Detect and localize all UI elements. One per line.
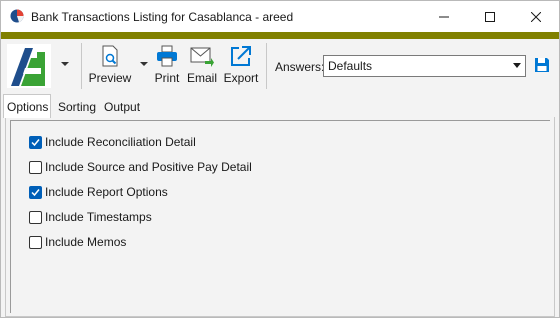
pie-chart-app-icon bbox=[10, 9, 24, 23]
options-group: Include Reconciliation Detail Include So… bbox=[10, 120, 550, 313]
answers-label: Answers: bbox=[275, 60, 325, 74]
export-icon bbox=[231, 46, 251, 66]
checkbox-unchecked[interactable] bbox=[29, 235, 42, 249]
checkbox-checked[interactable] bbox=[29, 135, 42, 149]
tab-options[interactable]: Options bbox=[3, 94, 51, 118]
minimize-button[interactable] bbox=[421, 1, 467, 32]
document-preview-icon bbox=[102, 45, 118, 67]
maximize-button[interactable] bbox=[467, 1, 513, 32]
option-include-timestamps[interactable]: Include Timestamps bbox=[29, 209, 152, 225]
accent-bar bbox=[1, 32, 559, 39]
printer-icon bbox=[157, 45, 177, 67]
checkbox-checked[interactable] bbox=[29, 185, 42, 199]
logo-icon[interactable] bbox=[7, 44, 51, 88]
print-label: Print bbox=[154, 71, 180, 85]
option-label: Include Timestamps bbox=[45, 210, 152, 224]
option-label: Include Report Options bbox=[45, 185, 168, 199]
option-include-report-options[interactable]: Include Report Options bbox=[29, 184, 168, 200]
answers-value: Defaults bbox=[328, 59, 373, 73]
tab-strip: Options Sorting Output bbox=[1, 94, 559, 118]
option-include-reconciliation-detail[interactable]: Include Reconciliation Detail bbox=[29, 134, 196, 150]
toolbar-separator bbox=[81, 43, 82, 89]
close-button[interactable] bbox=[513, 1, 559, 32]
option-label: Include Source and Positive Pay Detail bbox=[45, 160, 252, 174]
email-button[interactable]: Email bbox=[187, 44, 217, 88]
checkmark-icon bbox=[31, 188, 40, 196]
report-window: Bank Transactions Listing for Casablanca… bbox=[0, 0, 560, 318]
title-bar[interactable]: Bank Transactions Listing for Casablanca… bbox=[1, 1, 559, 32]
answers-select[interactable]: Defaults bbox=[323, 55, 526, 77]
export-label: Export bbox=[223, 71, 259, 85]
tab-output[interactable]: Output bbox=[101, 97, 143, 117]
checkmark-icon bbox=[31, 138, 40, 146]
save-icon[interactable] bbox=[534, 57, 550, 73]
export-button[interactable]: Export bbox=[222, 44, 260, 88]
email-icon bbox=[190, 47, 214, 67]
toolbar: Preview Print Email Export Answers: Defa… bbox=[1, 39, 559, 94]
preview-label: Preview bbox=[88, 71, 132, 85]
checkbox-unchecked[interactable] bbox=[29, 210, 42, 224]
window-title: Bank Transactions Listing for Casablanca… bbox=[31, 10, 294, 24]
maximize-icon bbox=[485, 11, 495, 22]
chevron-down-icon[interactable] bbox=[60, 59, 70, 69]
option-label: Include Reconciliation Detail bbox=[45, 135, 196, 149]
preview-button[interactable]: Preview bbox=[89, 44, 131, 88]
print-button[interactable]: Print bbox=[152, 44, 182, 88]
tab-sorting[interactable]: Sorting bbox=[55, 97, 97, 117]
toolbar-separator bbox=[266, 43, 267, 89]
options-panel: Include Reconciliation Detail Include So… bbox=[5, 117, 555, 317]
chevron-down-icon bbox=[513, 63, 521, 68]
minimize-icon bbox=[439, 16, 449, 17]
email-label: Email bbox=[187, 71, 218, 85]
option-label: Include Memos bbox=[45, 235, 127, 249]
option-include-memos[interactable]: Include Memos bbox=[29, 234, 126, 250]
checkbox-unchecked[interactable] bbox=[29, 160, 42, 174]
close-icon bbox=[531, 11, 541, 22]
preview-dropdown-icon[interactable] bbox=[139, 59, 149, 69]
option-include-source-positive-pay-detail[interactable]: Include Source and Positive Pay Detail bbox=[29, 159, 252, 175]
